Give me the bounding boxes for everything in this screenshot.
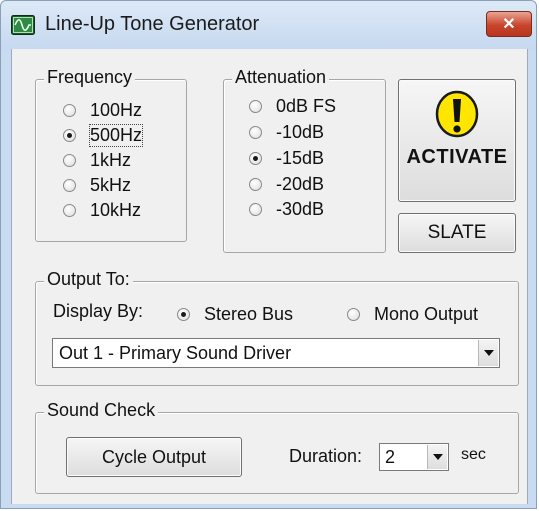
attenuation-option-30db[interactable]: -30dB [249, 199, 324, 220]
exclamation-icon [435, 90, 479, 138]
activate-button[interactable]: ACTIVATE [398, 79, 516, 202]
radio-button[interactable] [249, 203, 262, 216]
sound-check-legend: Sound Check [44, 400, 159, 421]
output-device-select[interactable]: Out 1 - Primary Sound Driver [52, 338, 500, 368]
radio-label: 0dB FS [276, 96, 337, 116]
radio-label: 5kHz [90, 175, 132, 195]
activate-label: ACTIVATE [406, 146, 508, 168]
radio-button[interactable] [63, 204, 76, 217]
duration-unit: sec [461, 446, 486, 463]
output-group: Output To: Display By: Stereo Bus Mono O… [35, 269, 519, 386]
radio-button[interactable] [249, 100, 262, 113]
waveform-icon [11, 15, 35, 35]
slate-button[interactable]: SLATE [398, 213, 516, 253]
dropdown-button[interactable] [478, 340, 498, 366]
radio-button[interactable] [347, 308, 360, 321]
radio-label: -10dB [276, 122, 325, 142]
dropdown-button[interactable] [427, 445, 447, 469]
attenuation-option-15db[interactable]: -15dB [249, 148, 324, 169]
radio-button[interactable] [63, 104, 76, 117]
sound-check-group: Sound Check Cycle Output Duration: 2 sec [35, 400, 519, 494]
frequency-option-1khz[interactable]: 1kHz [63, 150, 131, 171]
close-button[interactable]: ✕ [486, 11, 532, 37]
radio-label: -30dB [276, 199, 325, 219]
output-option-mono-output[interactable]: Mono Output [347, 304, 478, 325]
display-by-label: Display By: [53, 301, 144, 321]
chevron-down-icon [432, 454, 443, 460]
frequency-legend: Frequency [44, 67, 136, 88]
radio-label: Mono Output [374, 304, 479, 324]
radio-button[interactable] [249, 126, 262, 139]
duration-value: 2 [385, 446, 396, 467]
radio-button-selected[interactable] [63, 129, 76, 142]
duration-label: Duration: [289, 446, 363, 466]
window-title: Line-Up Tone Generator [45, 13, 260, 35]
dialog-client-area: Frequency 100Hz 500Hz 1kHz 5kHz 10kHz At… [11, 49, 528, 504]
close-icon: ✕ [502, 16, 516, 33]
output-option-stereo-bus[interactable]: Stereo Bus [177, 304, 293, 325]
attenuation-option-20db[interactable]: -20dB [249, 174, 324, 195]
radio-button-selected[interactable] [177, 308, 190, 321]
frequency-option-100hz[interactable]: 100Hz [63, 100, 142, 121]
output-legend: Output To: [44, 269, 133, 290]
frequency-group: Frequency 100Hz 500Hz 1kHz 5kHz 10kHz [35, 67, 187, 242]
frequency-option-500hz[interactable]: 500Hz [63, 124, 144, 147]
attenuation-option-10db[interactable]: -10dB [249, 122, 324, 143]
output-device-value: Out 1 - Primary Sound Driver [59, 342, 292, 363]
frequency-option-10khz[interactable]: 10kHz [63, 200, 141, 221]
title-bar[interactable]: Line-Up Tone Generator ✕ [1, 1, 536, 49]
attenuation-option-0db[interactable]: 0dB FS [249, 96, 336, 117]
radio-label: Stereo Bus [204, 304, 294, 324]
attenuation-group: Attenuation 0dB FS -10dB -15dB -20dB -30… [223, 67, 386, 253]
radio-label: -15dB [276, 148, 325, 168]
attenuation-legend: Attenuation [232, 67, 330, 88]
radio-label: 500Hz [88, 124, 144, 147]
app-window: Line-Up Tone Generator ✕ Frequency 100Hz… [0, 0, 537, 509]
radio-label: 1kHz [90, 150, 132, 170]
chevron-down-icon [483, 350, 494, 356]
frequency-option-5khz[interactable]: 5kHz [63, 175, 131, 196]
radio-button[interactable] [63, 154, 76, 167]
slate-label: SLATE [427, 222, 487, 243]
radio-label: 100Hz [90, 100, 143, 120]
radio-label: -20dB [276, 174, 325, 194]
duration-select[interactable]: 2 [379, 443, 449, 471]
radio-button[interactable] [63, 179, 76, 192]
radio-button-selected[interactable] [249, 152, 262, 165]
radio-label: 10kHz [90, 200, 142, 220]
radio-button[interactable] [249, 178, 262, 191]
cycle-output-label: Cycle Output [101, 446, 207, 467]
cycle-output-button[interactable]: Cycle Output [66, 437, 242, 477]
